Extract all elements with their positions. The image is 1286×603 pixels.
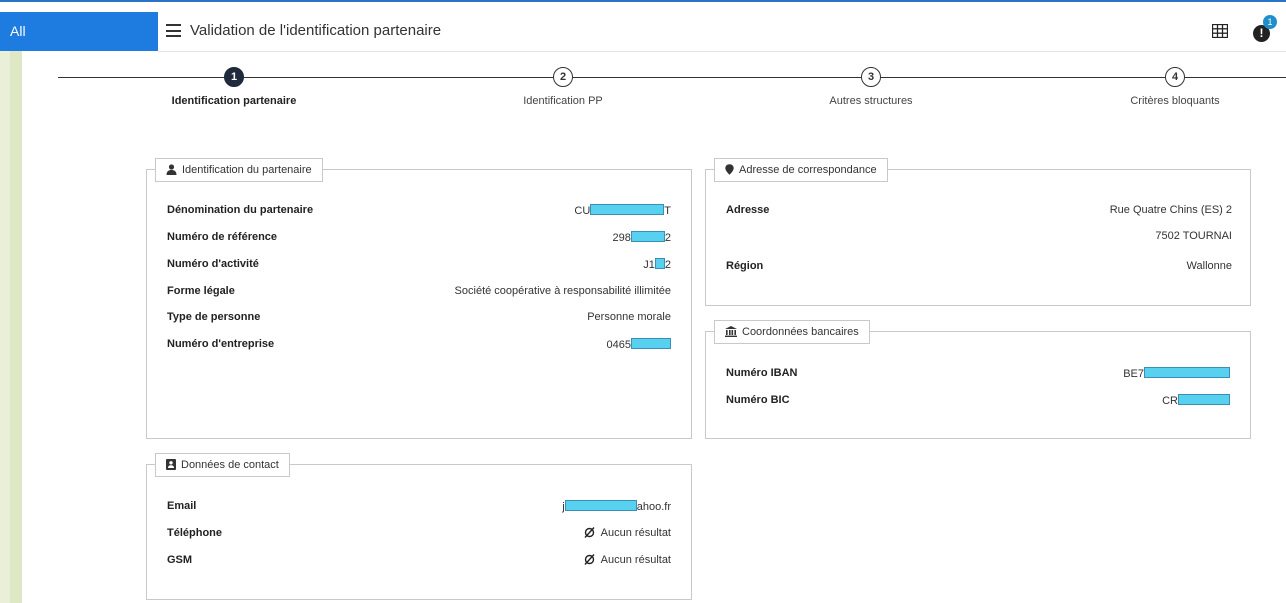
redaction-mark bbox=[1144, 367, 1230, 378]
top-accent-line bbox=[0, 0, 1286, 2]
redaction-mark bbox=[631, 338, 671, 349]
row-label: Numéro BIC bbox=[726, 394, 790, 406]
row-label: Numéro d'activité bbox=[167, 258, 259, 270]
bank-panel: Coordonnées bancaires Numéro IBAN BE7 Nu… bbox=[705, 320, 1251, 439]
redaction-mark bbox=[1178, 394, 1230, 405]
row-value: 0465 bbox=[607, 338, 671, 351]
step-3-label[interactable]: Autres structures bbox=[771, 95, 971, 107]
row-label: Dénomination du partenaire bbox=[167, 204, 314, 216]
row-label: Région bbox=[726, 260, 764, 272]
partner-row-enterprise-number: Numéro d'entreprise 0465 bbox=[167, 338, 671, 354]
row-label: Forme légale bbox=[167, 285, 235, 297]
row-value: Société coopérative à responsabilité ill… bbox=[454, 285, 671, 297]
left-strip-accent bbox=[10, 51, 22, 603]
user-icon bbox=[166, 164, 177, 175]
row-label: Téléphone bbox=[167, 527, 223, 539]
address-line-2: 7502 TOURNAI bbox=[1155, 230, 1232, 242]
contact-row-email: Email j ahoo.fr bbox=[167, 500, 671, 516]
contact-panel-legend: Données de contact bbox=[155, 453, 290, 477]
contact-legend-text: Données de contact bbox=[181, 459, 279, 471]
notification-badge: 1 bbox=[1263, 15, 1277, 29]
row-value: j ahoo.fr bbox=[562, 500, 671, 513]
map-marker-icon bbox=[725, 164, 734, 175]
partner-row-person-type: Type de personne Personne morale bbox=[167, 311, 671, 327]
row-label: Numéro d'entreprise bbox=[167, 338, 275, 350]
step-1-circle[interactable]: 1 bbox=[224, 67, 244, 87]
redaction-mark bbox=[630, 231, 665, 242]
partner-legend-text: Identification du partenaire bbox=[182, 164, 312, 176]
step-1-label[interactable]: Identification partenaire bbox=[134, 95, 334, 107]
address-panel: Adresse de correspondance Adresse Rue Qu… bbox=[705, 158, 1251, 306]
partner-panel-legend: Identification du partenaire bbox=[155, 158, 323, 182]
row-label: Numéro IBAN bbox=[726, 367, 798, 379]
address-legend-text: Adresse de correspondance bbox=[739, 164, 877, 176]
address-card-icon bbox=[166, 459, 176, 470]
bank-row-iban: Numéro IBAN BE7 bbox=[726, 367, 1230, 383]
step-4-circle[interactable]: 4 bbox=[1165, 67, 1185, 87]
row-value: CU T bbox=[574, 204, 671, 217]
redaction-mark bbox=[564, 500, 637, 511]
step-1[interactable]: 1 Identification partenaire bbox=[134, 67, 334, 107]
bank-row-bic: Numéro BIC CR bbox=[726, 394, 1230, 410]
row-value: Aucun résultat bbox=[584, 554, 671, 566]
empty-set-icon bbox=[584, 527, 595, 538]
redaction-mark bbox=[654, 258, 665, 269]
partner-panel: Identification du partenaire Dénominatio… bbox=[146, 158, 692, 439]
row-label: GSM bbox=[167, 554, 193, 566]
address-row-city: 7502 TOURNAI bbox=[726, 230, 1232, 246]
step-3[interactable]: 3 Autres structures bbox=[771, 67, 971, 107]
step-2[interactable]: 2 Identification PP bbox=[463, 67, 663, 107]
address-line-1: Rue Quatre Chins (ES) 2 bbox=[1109, 204, 1232, 216]
row-label: Numéro de référence bbox=[167, 231, 278, 243]
address-panel-legend: Adresse de correspondance bbox=[714, 158, 888, 182]
row-value: 298 2 bbox=[612, 231, 671, 244]
row-label: Adresse bbox=[726, 204, 770, 216]
partner-row-reference: Numéro de référence 298 2 bbox=[167, 231, 671, 247]
address-row-region: Région Wallonne bbox=[726, 260, 1232, 276]
row-value: J1 2 bbox=[643, 258, 671, 271]
page-title: Validation de l'identification partenair… bbox=[190, 22, 442, 39]
row-label: Type de personne bbox=[167, 311, 261, 323]
address-row-adresse: Adresse Rue Quatre Chins (ES) 2 bbox=[726, 204, 1232, 220]
page-header: Validation de l'identification partenair… bbox=[158, 12, 1286, 52]
all-tab-label: All bbox=[10, 23, 26, 39]
step-4-label[interactable]: Critères bloquants bbox=[1075, 95, 1275, 107]
row-value: Wallonne bbox=[1186, 260, 1232, 272]
empty-set-icon bbox=[584, 554, 595, 565]
row-value: Personne morale bbox=[587, 311, 671, 323]
contact-row-phone: Téléphone Aucun résultat bbox=[167, 527, 671, 543]
partner-row-denomination: Dénomination du partenaire CU T bbox=[167, 204, 671, 220]
hamburger-icon[interactable] bbox=[166, 24, 181, 37]
partner-row-legal-form: Forme légale Société coopérative à respo… bbox=[167, 285, 671, 301]
contact-panel: Données de contact Email j ahoo.fr Téléph… bbox=[146, 453, 692, 600]
bank-legend-text: Coordonnées bancaires bbox=[742, 326, 859, 338]
step-2-label[interactable]: Identification PP bbox=[463, 95, 663, 107]
grid-icon[interactable] bbox=[1212, 24, 1228, 38]
row-value: BE7 bbox=[1123, 367, 1230, 380]
partner-row-activity: Numéro d'activité J1 2 bbox=[167, 258, 671, 274]
all-tab[interactable]: All bbox=[0, 12, 158, 51]
step-3-circle[interactable]: 3 bbox=[861, 67, 881, 87]
contact-row-gsm: GSM Aucun résultat bbox=[167, 554, 671, 570]
row-value: Aucun résultat bbox=[584, 527, 671, 539]
notification-button[interactable]: ! 1 bbox=[1253, 15, 1277, 42]
row-label: Email bbox=[167, 500, 197, 512]
bank-panel-legend: Coordonnées bancaires bbox=[714, 320, 870, 344]
step-4[interactable]: 4 Critères bloquants bbox=[1075, 67, 1275, 107]
row-value: CR bbox=[1162, 394, 1230, 407]
step-2-circle[interactable]: 2 bbox=[553, 67, 573, 87]
redaction-mark bbox=[590, 204, 665, 215]
bank-icon bbox=[725, 326, 737, 337]
